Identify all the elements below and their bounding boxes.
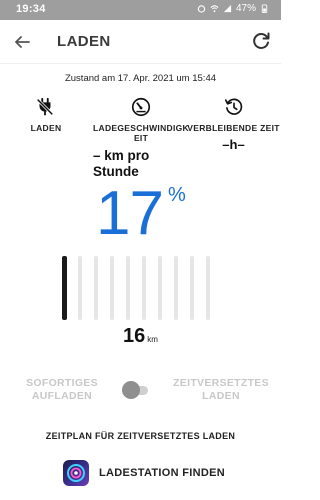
ev-app-icon <box>63 460 89 486</box>
battery-bar-empty <box>94 256 98 320</box>
battery-icon <box>261 4 268 13</box>
battery-bar-empty <box>142 256 146 320</box>
battery-percentage: 17 % <box>96 183 186 245</box>
speedometer-icon <box>131 97 151 117</box>
stat-remaining-value: –h– <box>222 137 245 152</box>
stat-speed-label-line2: EIT <box>133 133 149 143</box>
battery-bar-empty <box>78 256 82 320</box>
battery-bar-filled <box>62 256 67 320</box>
signal-icon <box>223 4 232 13</box>
battery-bar-empty <box>206 256 210 320</box>
mode-delayed-line2: LADEN <box>202 390 240 402</box>
back-arrow-icon[interactable] <box>10 30 34 54</box>
charge-mode-toggle[interactable] <box>122 381 152 399</box>
stat-speed-value-line2: Stunde <box>93 164 139 179</box>
mode-immediate-line1: SOFORTIGES <box>26 377 98 389</box>
range-value: 16 <box>123 325 146 347</box>
schedule-link[interactable]: ZEITPLAN FÜR ZEITVERSETZTES LADEN <box>0 431 281 441</box>
range-unit: km <box>147 335 158 344</box>
stat-charging-label: LADEN <box>30 123 62 133</box>
mode-delayed-label[interactable]: ZEITVERSETZTES LADEN <box>171 377 271 403</box>
stat-speed-value: – km pro Stunde <box>93 148 149 180</box>
status-icons: 47% <box>197 3 269 14</box>
percent-symbol: % <box>168 184 186 206</box>
battery-level-bars <box>62 256 222 320</box>
battery-bar-empty <box>110 256 114 320</box>
range-display: 16 km <box>0 325 281 348</box>
mode-immediate-label[interactable]: SOFORTIGES AUFLADEN <box>14 377 110 403</box>
app-bar: LADEN <box>0 20 281 64</box>
stat-speed-label-line1: LADEGESCHWINDIGK <box>93 123 189 133</box>
battery-percentage-value: 17 <box>96 179 164 248</box>
clock-icon <box>224 98 243 115</box>
battery-percent-text: 47% <box>235 3 256 14</box>
plug-icon <box>36 97 54 116</box>
find-station-button[interactable]: LADESTATION FINDEN <box>63 459 225 487</box>
alarm-icon <box>197 5 206 13</box>
wifi-icon <box>210 5 219 13</box>
battery-bar-empty <box>158 256 162 320</box>
battery-bar-empty <box>126 256 130 320</box>
mode-immediate-line2: AUFLADEN <box>31 390 93 402</box>
battery-bar-empty <box>174 256 178 320</box>
status-time: 19:34 <box>16 3 46 15</box>
refresh-icon[interactable] <box>249 29 273 53</box>
stat-speed-value-line1: – km pro <box>93 148 150 163</box>
toggle-knob <box>122 381 140 399</box>
page-title: LADEN <box>57 33 111 50</box>
stat-remaining-label: VERBLEIBENDE ZEIT <box>187 123 280 133</box>
stat-speed-label: LADEGESCHWINDIGK EIT <box>88 123 194 143</box>
mode-delayed-line1: ZEITVERSETZTES <box>173 377 269 389</box>
status-timestamp: Zustand am 17. Apr. 2021 um 15:44 <box>64 73 217 84</box>
find-station-label: LADESTATION FINDEN <box>99 467 225 479</box>
battery-bar-empty <box>190 256 194 320</box>
status-bar: 19:34 47% <box>0 0 281 20</box>
